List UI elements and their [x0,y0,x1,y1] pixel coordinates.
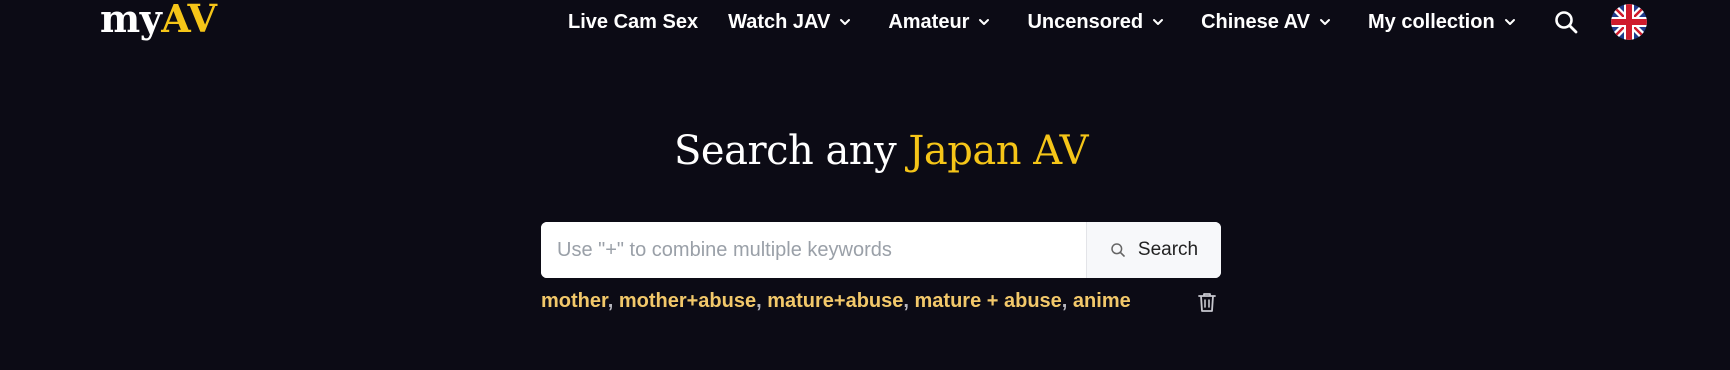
history-separator: , [607,290,619,312]
nav-item-label: Chinese AV [1201,10,1310,33]
main-nav: Live Cam Sex Watch JAV Amateur Uncensore… [568,0,1647,44]
search-input[interactable] [541,222,1086,278]
uk-flag-icon[interactable] [1610,4,1647,40]
nav-item-label: My collection [1367,10,1495,33]
nav-live-cam-sex[interactable]: Live Cam Sex [568,11,698,34]
history-item[interactable]: mother+abuse [619,290,756,312]
search-button[interactable]: Search [1086,222,1221,278]
nav-item-label: Uncensored [1027,10,1144,33]
logo-my: my [100,0,162,41]
search-form: Search [541,222,1221,278]
chevron-down-icon [977,15,991,29]
site-logo[interactable]: myAV [100,0,217,44]
history-separator: , [1061,290,1073,312]
search-history-list: mother, mother+abuse, mature+abuse, matu… [541,290,1131,313]
chevron-down-icon [1151,15,1165,29]
history-item[interactable]: mature + abuse [915,290,1062,312]
chevron-down-icon [838,15,852,29]
page-title: Search any Japan AV [0,128,1730,174]
history-separator: , [756,290,768,312]
title-text: Search any [674,128,909,174]
page: myAV Live Cam Sex Watch JAV Amateur Unce… [0,0,1730,370]
nav-item-label: Watch JAV [728,10,831,33]
nav-item-label: Live Cam Sex [568,10,699,33]
search-icon[interactable] [1553,9,1579,35]
history-item[interactable]: anime [1073,290,1131,312]
history-item[interactable]: mother [541,290,608,312]
search-icon [1110,242,1126,258]
chevron-down-icon [1503,15,1517,29]
nav-amateur[interactable]: Amateur [888,11,991,34]
title-accent: Japan AV [908,128,1088,174]
search-history: mother, mother+abuse, mature+abuse, matu… [541,290,1221,313]
nav-watch-jav[interactable]: Watch JAV [728,11,852,34]
trash-icon[interactable] [1197,291,1217,313]
logo-av: AV [161,0,217,41]
nav-uncensored[interactable]: Uncensored [1027,11,1165,34]
nav-chinese-av[interactable]: Chinese AV [1201,11,1332,34]
chevron-down-icon [1318,15,1332,29]
nav-my-collection[interactable]: My collection [1368,11,1517,34]
nav-item-label: Amateur [888,10,970,33]
history-separator: , [903,290,915,312]
search-button-label: Search [1137,239,1199,260]
history-item[interactable]: mature+abuse [767,290,903,312]
